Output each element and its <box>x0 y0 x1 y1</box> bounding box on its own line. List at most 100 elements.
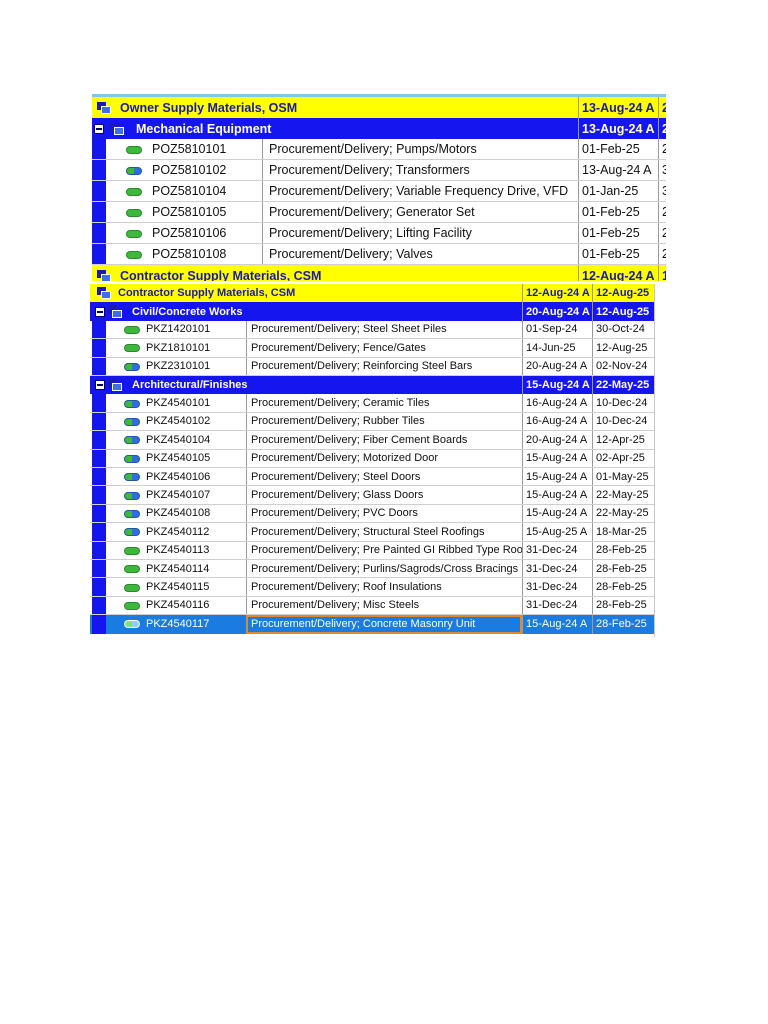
activity-id: POZ5810106 <box>152 226 227 240</box>
wbs-folder-icon <box>97 287 111 300</box>
collapse-icon[interactable] <box>95 380 105 391</box>
activity-name[interactable]: Procurement/Delivery; Motorized Door <box>246 449 522 467</box>
activity-name[interactable]: Procurement/Delivery; Transformers <box>262 160 578 180</box>
activity-row[interactable]: POZ5810105 Procurement/Delivery; Generato… <box>92 202 666 223</box>
activity-name[interactable]: Procurement/Delivery; Variable Frequency… <box>262 181 578 201</box>
activity-row[interactable]: POZ5810101 Procurement/Delivery; Pumps/Mo… <box>92 139 666 160</box>
start-date: 15-Aug-24 A <box>522 449 592 467</box>
start-date: 01-Feb-25 <box>578 223 658 243</box>
tree-indent-bar <box>92 394 106 412</box>
in-progress-activity-icon <box>124 473 140 482</box>
activity-id: PKZ4540107 <box>146 489 211 502</box>
activity-name[interactable]: Procurement/Delivery; Glass Doors <box>246 486 522 504</box>
activity-name[interactable]: Procurement/Delivery; Pre Painted GI Rib… <box>246 541 522 559</box>
vertical-scrollbar[interactable] <box>654 284 666 637</box>
tree-indent-bar <box>92 412 106 431</box>
activity-name[interactable]: Procurement/Delivery; Ceramic Tiles <box>246 394 522 412</box>
activity-row[interactable]: PKZ4540113 Procurement/Delivery; Pre Pain… <box>90 541 654 560</box>
activity-row[interactable]: PKZ4540107 Procurement/Delivery; Glass Do… <box>90 486 654 505</box>
tree-indent-bar <box>92 449 106 467</box>
activity-name[interactable]: Procurement/Delivery; Generator Set <box>262 202 578 222</box>
activity-row[interactable]: PKZ4540105 Procurement/Delivery; Motorize… <box>90 449 654 468</box>
activity-row[interactable]: PKZ4540115 Procurement/Delivery; Roof Ins… <box>90 578 654 597</box>
activity-row[interactable]: PKZ4540104 Procurement/Delivery; Fiber Ce… <box>90 431 654 450</box>
activity-row[interactable]: PKZ4540101 Procurement/Delivery; Ceramic … <box>90 394 654 413</box>
in-progress-activity-icon <box>124 509 140 518</box>
wbs-top-row[interactable]: Contractor Supply Materials, CSM 12-Aug-2… <box>92 265 666 281</box>
tree-indent-bar <box>92 560 106 578</box>
start-date: 13-Aug-24 A <box>578 160 658 180</box>
activity-id: POZ5810102 <box>152 163 227 177</box>
activity-row[interactable]: PKZ4540102 Procurement/Delivery; Rubber T… <box>90 412 654 432</box>
tree-indent-bar <box>92 578 106 596</box>
collapse-icon[interactable] <box>95 306 105 317</box>
start-date: 31-Dec-24 <box>522 541 592 559</box>
tree-indent-bar <box>92 339 106 357</box>
activity-row[interactable]: POZ5810104 Procurement/Delivery; Variable… <box>92 181 666 202</box>
activity-name[interactable]: Procurement/Delivery; PVC Doors <box>246 504 522 523</box>
activity-row[interactable]: POZ5810106 Procurement/Delivery; Lifting … <box>92 223 666 244</box>
tree-indent-bar <box>92 181 106 201</box>
activity-id: PKZ4540117 <box>146 618 210 631</box>
tree-indent-bar <box>92 357 106 375</box>
finish-date: 12-Aug-25 <box>592 284 654 303</box>
activity-name[interactable]: Procurement/Delivery; Concrete Masonry U… <box>246 615 522 634</box>
activity-id: PKZ4540105 <box>146 452 211 465</box>
activity-row[interactable]: PKZ4540106 Procurement/Delivery; Steel Do… <box>90 468 654 487</box>
activity-row[interactable]: POZ5810102 Procurement/Delivery; Transfor… <box>92 160 666 181</box>
wbs-top-row[interactable]: Owner Supply Materials, OSM 13-Aug-24 A28… <box>92 97 666 118</box>
start-date: 13-Aug-24 A <box>578 118 658 139</box>
tree-indent-bar <box>92 486 106 504</box>
tree-indent-bar <box>92 160 106 180</box>
activity-row[interactable]: PKZ1810101 Procurement/Delivery; Fence/Ga… <box>90 339 654 358</box>
wbs-top-row[interactable]: Contractor Supply Materials, CSM 12-Aug-2… <box>90 284 654 303</box>
activity-row[interactable]: PKZ4540117 Procurement/Delivery; Concrete… <box>90 615 654 634</box>
start-date: 31-Dec-24 <box>522 578 592 596</box>
wbs-folder-icon <box>108 305 122 318</box>
tree-indent-bar <box>92 615 106 634</box>
activity-id: PKZ4540106 <box>146 470 211 483</box>
finish-date: 02-Apr-25 <box>592 449 654 467</box>
finish-date: 28- <box>658 118 666 139</box>
not-started-activity-icon <box>126 250 142 259</box>
activity-row[interactable]: PKZ4540114 Procurement/Delivery; Purlins/… <box>90 560 654 579</box>
activity-name[interactable]: Procurement/Delivery; Roof Insulations <box>246 578 522 596</box>
activity-row[interactable]: PKZ2310101 Procurement/Delivery; Reinforc… <box>90 357 654 376</box>
activity-name[interactable]: Procurement/Delivery; Reinforcing Steel … <box>246 357 522 375</box>
finish-date: 02-Nov-24 <box>592 357 654 375</box>
activity-name[interactable]: Procurement/Delivery; Fence/Gates <box>246 339 522 357</box>
in-progress-activity-icon <box>124 528 140 537</box>
wbs-group-row[interactable]: Mechanical Equipment 13-Aug-24 A28- <box>92 118 666 139</box>
not-started-activity-icon <box>126 229 142 238</box>
start-date: 20-Aug-24 A <box>522 302 592 321</box>
activity-row[interactable]: PKZ4540108 Procurement/Delivery; PVC Door… <box>90 504 654 524</box>
wbs-folder-icon <box>110 122 124 135</box>
activity-name[interactable]: Procurement/Delivery; Fiber Cement Board… <box>246 431 522 449</box>
activity-name[interactable]: Procurement/Delivery; Purlins/Sagrods/Cr… <box>246 560 522 578</box>
activity-name[interactable]: Procurement/Delivery; Valves <box>262 244 578 264</box>
finish-date: 30-Oct-24 <box>592 320 654 339</box>
activity-name[interactable]: Procurement/Delivery; Structural Steel R… <box>246 523 522 541</box>
activity-name[interactable]: Procurement/Delivery; Steel Doors <box>246 468 522 486</box>
finish-date: 12- <box>658 265 666 281</box>
activity-name[interactable]: Procurement/Delivery; Misc Steels <box>246 596 522 615</box>
collapse-icon[interactable] <box>94 123 104 134</box>
activity-row[interactable]: PKZ4540112 Procurement/Delivery; Structur… <box>90 523 654 542</box>
finish-date: 22-May-25 <box>592 486 654 504</box>
tree-indent-bar <box>92 244 106 264</box>
start-date: 13-Aug-24 A <box>578 97 658 118</box>
finish-date: 22-May-25 <box>592 376 654 395</box>
activity-name[interactable]: Procurement/Delivery; Lifting Facility <box>262 223 578 243</box>
activity-name[interactable]: Procurement/Delivery; Steel Sheet Piles <box>246 320 522 339</box>
start-date: 15-Aug-24 A <box>522 615 592 634</box>
activity-row[interactable]: PKZ1420101 Procurement/Delivery; Steel Sh… <box>90 320 654 340</box>
wbs-group-row[interactable]: Civil/Concrete Works 20-Aug-24 A 12-Aug-25 <box>90 302 654 321</box>
wbs-group-row[interactable]: Architectural/Finishes 15-Aug-24 A 22-May-… <box>90 376 654 395</box>
activity-id: POZ5810105 <box>152 205 227 219</box>
activity-id: PKZ4540115 <box>146 581 210 594</box>
activity-name[interactable]: Procurement/Delivery; Pumps/Motors <box>262 139 578 159</box>
tree-indent-bar <box>92 223 106 243</box>
activity-row[interactable]: PKZ4540116 Procurement/Delivery; Misc Ste… <box>90 596 654 616</box>
activity-name[interactable]: Procurement/Delivery; Rubber Tiles <box>246 412 522 431</box>
activity-row[interactable]: POZ5810108 Procurement/Delivery; Valves 01… <box>92 244 666 265</box>
